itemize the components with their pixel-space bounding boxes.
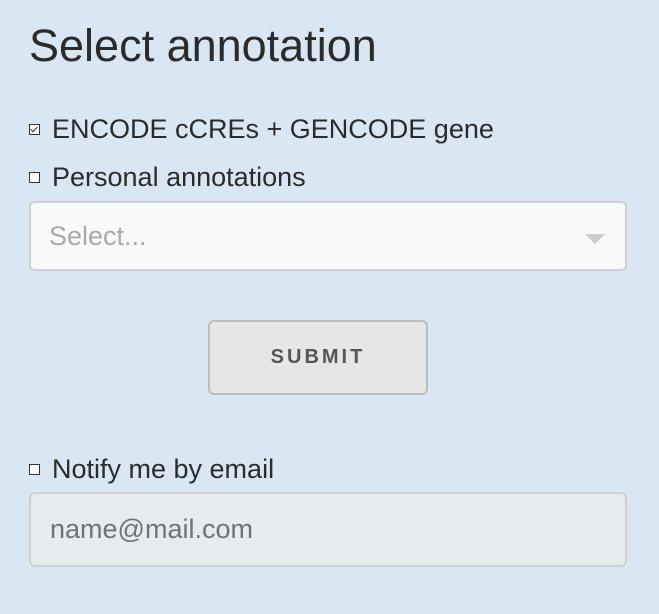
checkbox-notify[interactable] (29, 463, 40, 475)
select-placeholder: Select... (49, 221, 147, 251)
option-encode[interactable]: ENCODE cCREs + GENCODE gene (29, 113, 494, 145)
option-encode-label: ENCODE cCREs + GENCODE gene (52, 114, 494, 144)
submit-button[interactable]: SUBMIT (208, 320, 428, 395)
chevron-down-icon[interactable] (585, 234, 605, 244)
page-title: Select annotation (29, 20, 377, 71)
checkbox-encode[interactable] (29, 123, 40, 135)
option-personal[interactable]: Personal annotations (29, 161, 306, 193)
option-notify[interactable]: Notify me by email (29, 453, 274, 485)
annotation-select[interactable]: Select... (29, 201, 627, 271)
notify-label: Notify me by email (52, 454, 275, 484)
email-input[interactable] (29, 492, 627, 567)
checkbox-personal[interactable] (29, 171, 40, 183)
option-personal-label: Personal annotations (52, 162, 306, 192)
